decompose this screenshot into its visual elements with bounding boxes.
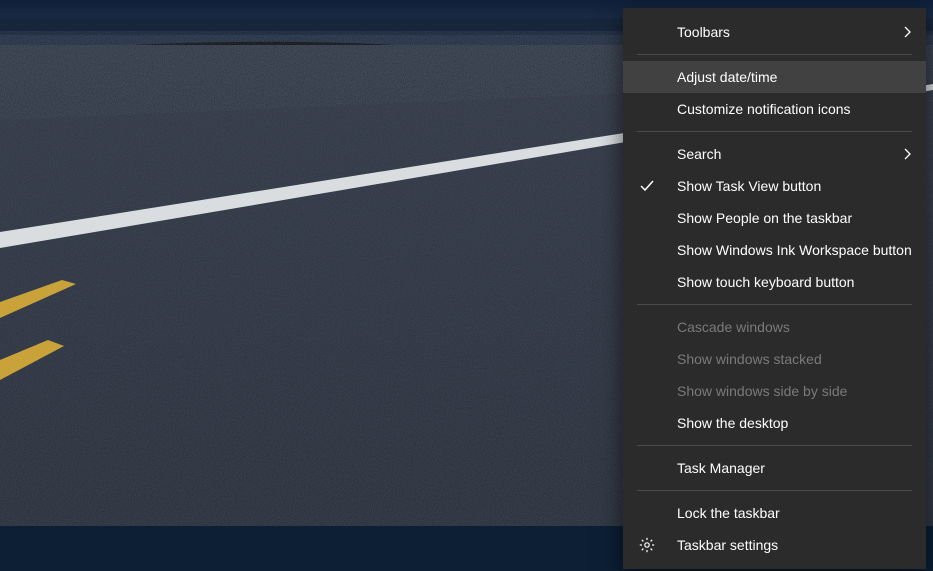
chevron-right-icon — [903, 26, 912, 38]
menu-label: Lock the taskbar — [677, 505, 780, 521]
menu-label: Task Manager — [677, 460, 765, 476]
menu-label: Cascade windows — [677, 319, 790, 335]
menu-label: Show windows stacked — [677, 351, 822, 367]
chevron-right-icon — [903, 148, 912, 160]
menu-label: Toolbars — [677, 24, 730, 40]
check-icon — [637, 180, 657, 192]
menu-label: Show Windows Ink Workspace button — [677, 242, 912, 258]
menu-item-lock-taskbar[interactable]: Lock the taskbar — [623, 497, 926, 529]
menu-label: Search — [677, 146, 721, 162]
menu-item-task-manager[interactable]: Task Manager — [623, 452, 926, 484]
menu-item-search[interactable]: Search — [623, 138, 926, 170]
menu-separator — [637, 304, 912, 305]
menu-label: Show touch keyboard button — [677, 274, 854, 290]
menu-separator — [637, 445, 912, 446]
menu-item-toolbars[interactable]: Toolbars — [623, 16, 926, 48]
menu-item-show-people[interactable]: Show People on the taskbar — [623, 202, 926, 234]
menu-item-adjust-date-time[interactable]: Adjust date/time — [623, 61, 926, 93]
menu-label: Adjust date/time — [677, 69, 777, 85]
menu-label: Taskbar settings — [677, 537, 778, 553]
menu-item-show-desktop[interactable]: Show the desktop — [623, 407, 926, 439]
gear-icon — [637, 537, 657, 553]
menu-item-show-ink-workspace[interactable]: Show Windows Ink Workspace button — [623, 234, 926, 266]
menu-item-cascade-windows: Cascade windows — [623, 311, 926, 343]
menu-label: Show windows side by side — [677, 383, 847, 399]
menu-separator — [637, 490, 912, 491]
menu-separator — [637, 54, 912, 55]
menu-item-show-touch-keyboard[interactable]: Show touch keyboard button — [623, 266, 926, 298]
menu-item-show-windows-stacked: Show windows stacked — [623, 343, 926, 375]
menu-label: Customize notification icons — [677, 101, 851, 117]
menu-label: Show People on the taskbar — [677, 210, 852, 226]
menu-separator — [637, 131, 912, 132]
menu-label: Show Task View button — [677, 178, 821, 194]
menu-label: Show the desktop — [677, 415, 788, 431]
desktop: ES 6/21/2020 1 Toolbars Adjust date/time — [0, 0, 933, 571]
menu-item-show-task-view[interactable]: Show Task View button — [623, 170, 926, 202]
menu-item-customize-notification-icons[interactable]: Customize notification icons — [623, 93, 926, 125]
taskbar-context-menu: Toolbars Adjust date/time Customize noti… — [623, 8, 926, 569]
menu-item-taskbar-settings[interactable]: Taskbar settings — [623, 529, 926, 561]
menu-item-show-windows-side-by-side: Show windows side by side — [623, 375, 926, 407]
